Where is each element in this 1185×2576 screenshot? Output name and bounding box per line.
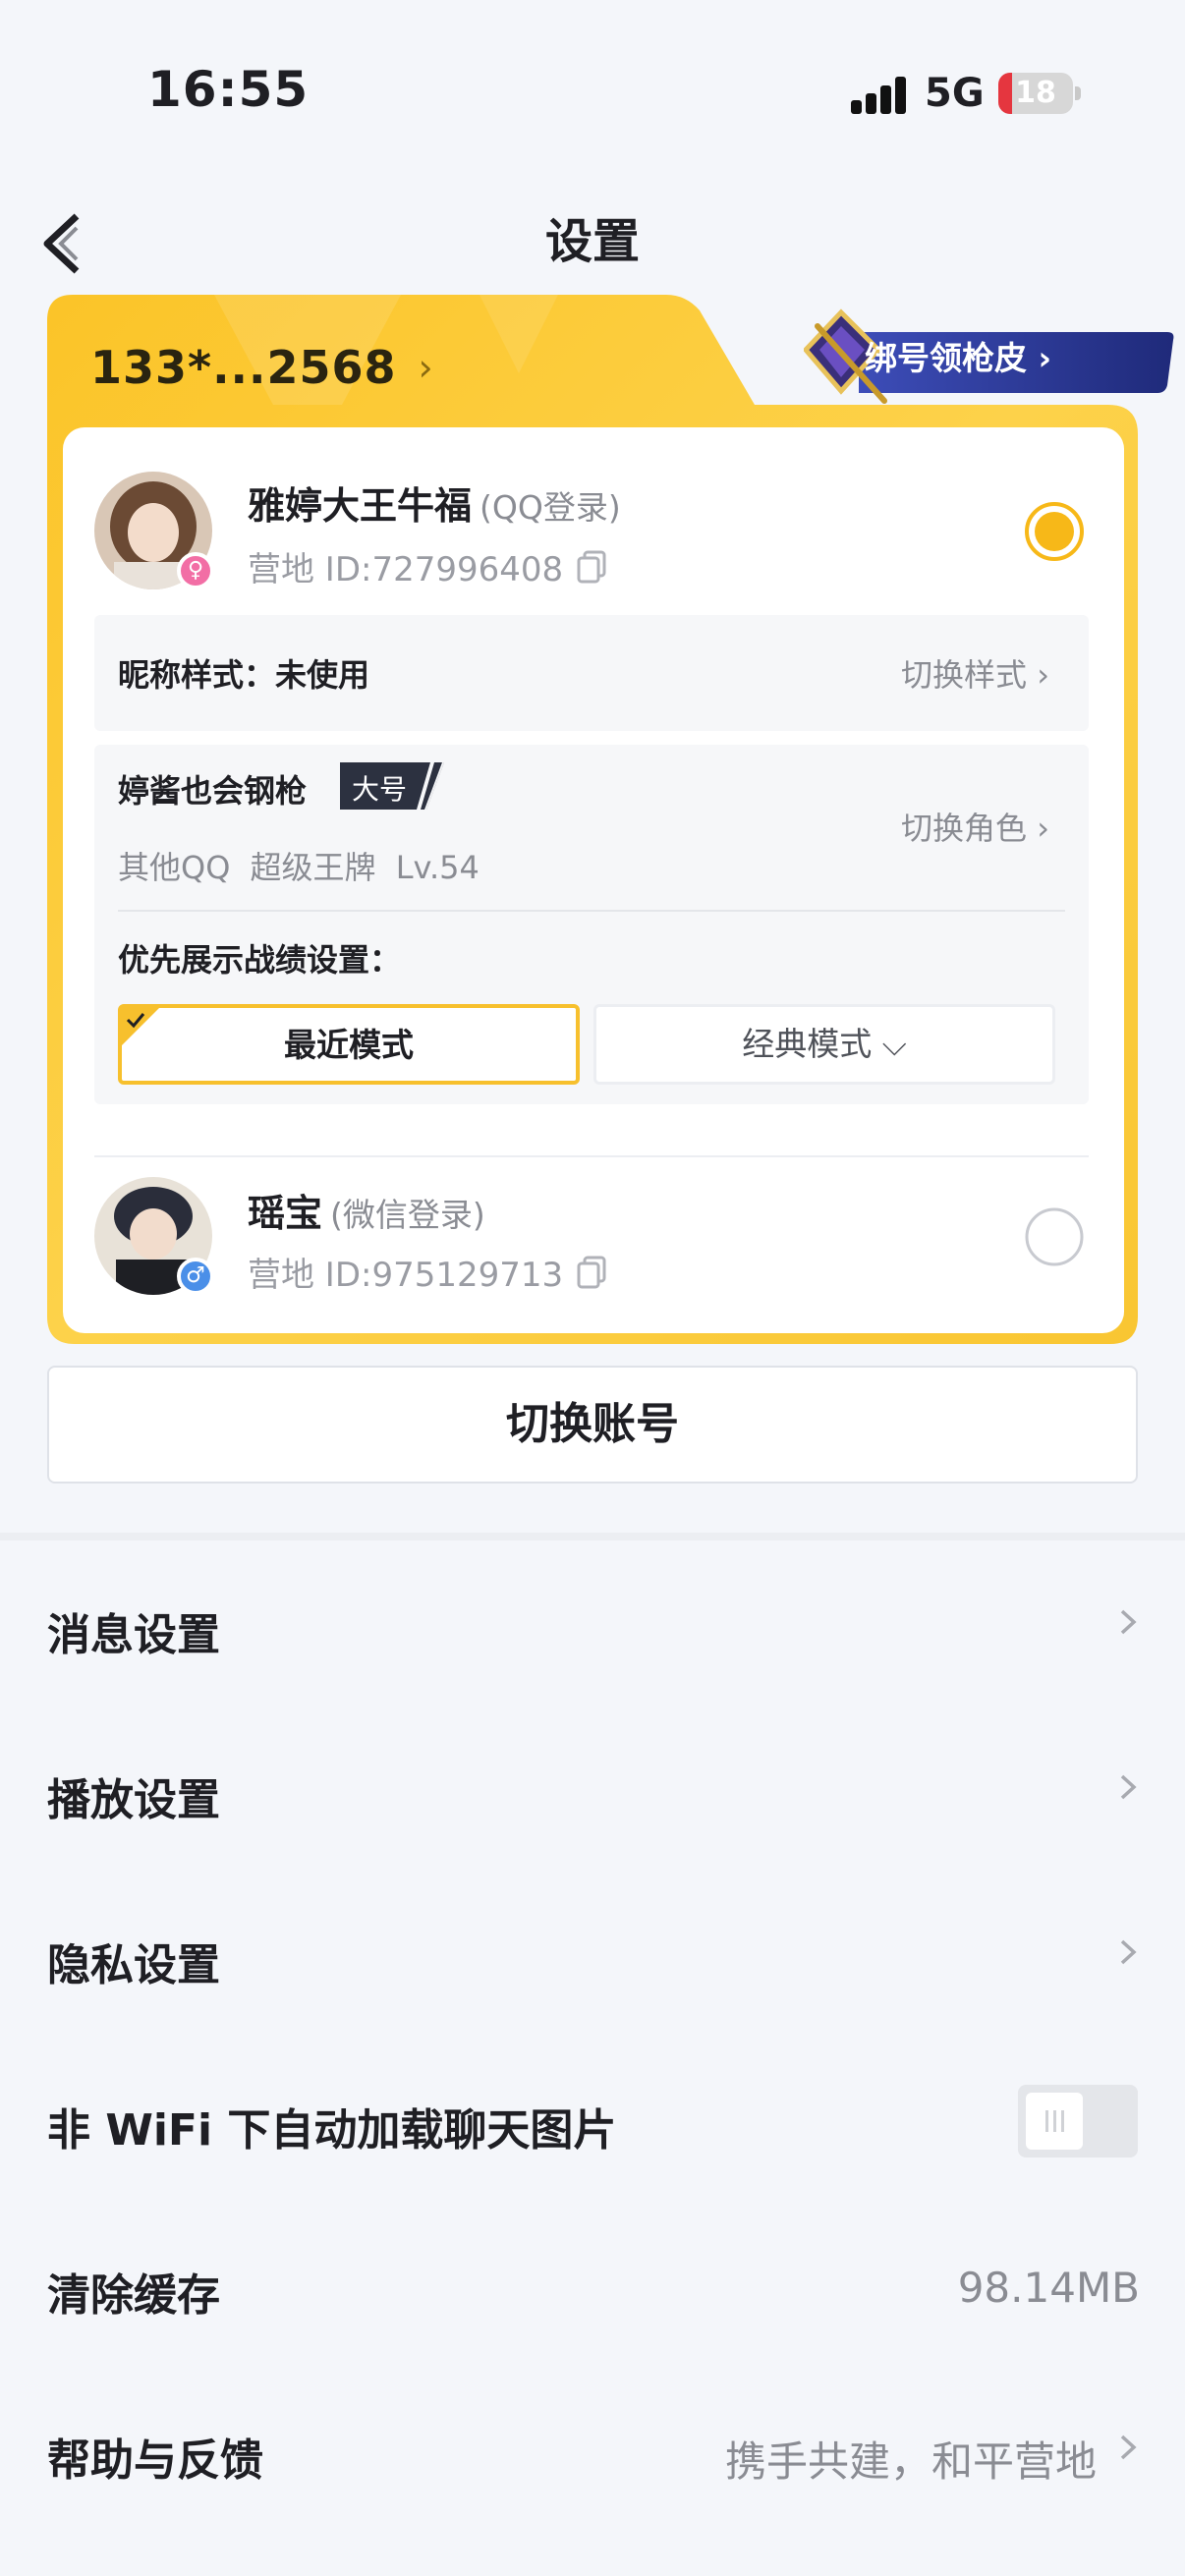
bind-promo-label: 绑号领枪皮 › — [865, 339, 1052, 377]
account-2-id: 营地 ID:975129713 — [248, 1248, 606, 1296]
main-account-tag-label: 大号 — [352, 773, 408, 806]
account-1-id: 营地 ID:727996408 — [248, 542, 606, 590]
settings-item-clear-cache[interactable]: 清除缓存 98.14MB — [0, 2205, 1185, 2370]
settings-item-label: 隐私设置 — [47, 1940, 220, 1990]
account-2-name[interactable]: 瑶宝 (微信登录) — [248, 1183, 485, 1237]
settings-item-help-feedback[interactable]: 帮助与反馈 携手共建，和平营地 — [0, 2370, 1185, 2535]
chevron-right-icon — [1120, 1774, 1137, 1800]
chevron-right-icon: › — [418, 346, 433, 389]
switch-role-link[interactable]: 切换角色 › — [901, 804, 1049, 849]
page-title: 设置 — [544, 214, 640, 269]
recent-mode-label: 最近模式 — [284, 1026, 414, 1064]
classic-mode-button[interactable]: 经典模式 ⌵ — [593, 1004, 1055, 1085]
nav-bar: 设置 — [0, 187, 1185, 295]
auto-load-images-toggle[interactable] — [1018, 2085, 1138, 2157]
account-2-login-type: (微信登录) — [330, 1196, 485, 1234]
phone-number: 133*...2568 — [90, 341, 397, 394]
switch-account-button[interactable]: 切换账号 — [47, 1366, 1138, 1484]
female-gender-icon: ♀ — [177, 552, 214, 589]
settings-item-label: 非 WiFi 下自动加载聊天图片 — [47, 2105, 617, 2156]
settings-item-label: 帮助与反馈 — [47, 2436, 263, 2486]
chevron-right-icon — [1120, 1609, 1137, 1635]
settings-item-label: 消息设置 — [47, 1610, 220, 1660]
nickname-style-label: 昵称样式：未使用 — [118, 656, 370, 694]
role-info: 其他QQ 超级王牌 Lv.54 — [118, 849, 480, 886]
settings-item-label: 播放设置 — [47, 1775, 220, 1825]
help-feedback-value: 携手共建，和平营地 — [724, 2437, 1097, 2486]
cache-size-value: 98.14MB — [957, 2264, 1140, 2312]
signal-icon — [851, 77, 908, 114]
main-account-tag: 大号 — [340, 762, 444, 810]
classic-mode-label: 经典模式 ⌵ — [742, 1025, 907, 1063]
settings-item-message[interactable]: 消息设置 — [0, 1544, 1185, 1709]
male-gender-icon: ♂ — [177, 1258, 214, 1295]
account-divider — [94, 1155, 1089, 1157]
settings-item-auto-load-images: 非 WiFi 下自动加载聊天图片 — [0, 2040, 1185, 2205]
network-label: 5G — [925, 71, 985, 116]
battery-level: 18 — [1015, 76, 1056, 110]
account-1-login-type: (QQ登录) — [480, 488, 621, 527]
battery-nub — [1075, 86, 1081, 100]
nickname-style-row[interactable]: 昵称样式：未使用 切换样式 › — [94, 615, 1089, 731]
phone-number-row[interactable]: 133*...2568 › — [90, 338, 433, 397]
copy-icon[interactable] — [577, 550, 606, 584]
role-divider — [118, 910, 1065, 912]
game-role-panel: 婷酱也会钢枪 大号 其他QQ 超级王牌 Lv.54 切换角色 › 优先展示战绩设… — [94, 745, 1089, 1104]
account-1-radio-selected[interactable] — [1024, 501, 1085, 562]
account-2-radio[interactable] — [1024, 1206, 1085, 1267]
settings-item-label: 清除缓存 — [47, 2270, 220, 2321]
settings-item-playback[interactable]: 播放设置 — [0, 1709, 1185, 1875]
switch-style-link[interactable]: 切换样式 › — [901, 650, 1049, 696]
settings-item-privacy[interactable]: 隐私设置 — [0, 1875, 1185, 2040]
status-bar: 16:55 5G 18 — [0, 0, 1185, 187]
recent-mode-button[interactable]: 最近模式 — [118, 1004, 580, 1085]
check-icon — [122, 1008, 159, 1045]
copy-icon[interactable] — [577, 1256, 606, 1289]
chevron-right-icon — [1120, 1939, 1137, 1965]
priority-record-label: 优先展示战绩设置： — [118, 941, 402, 979]
battery-icon: 18 — [998, 73, 1073, 114]
role-name: 婷酱也会钢枪 — [118, 772, 308, 810]
toggle-knob — [1026, 2093, 1083, 2150]
chevron-right-icon — [1120, 2435, 1137, 2460]
section-divider — [0, 1533, 1185, 1540]
status-time: 16:55 — [147, 61, 310, 118]
account-1-name[interactable]: 雅婷大王牛福 (QQ登录) — [248, 476, 621, 530]
